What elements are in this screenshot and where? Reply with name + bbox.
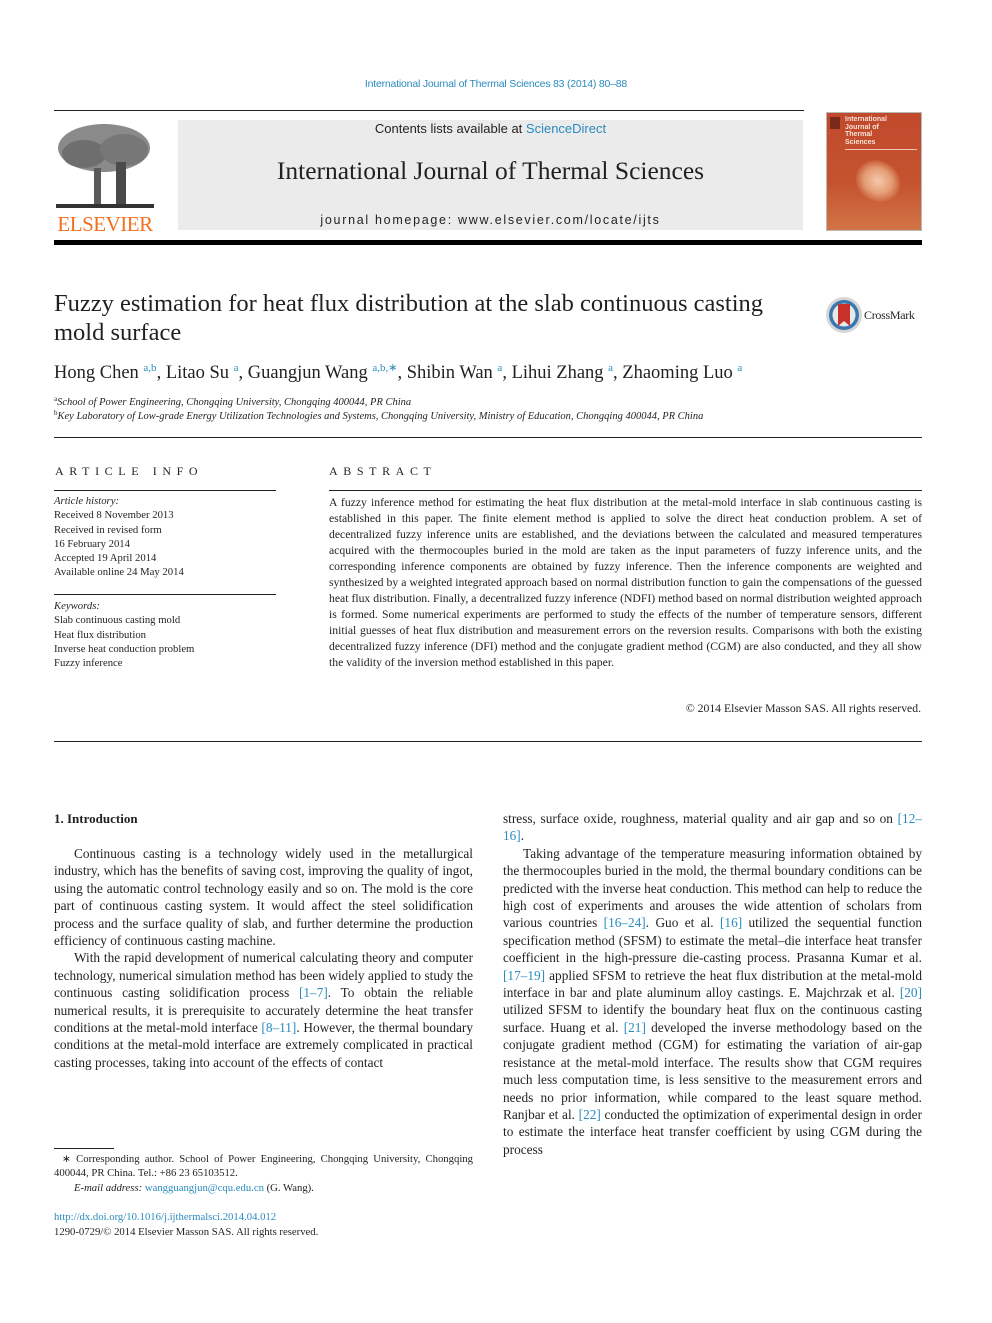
journal-cover-image[interactable]: International Journal of Thermal Sciences — [826, 112, 922, 231]
body-paragraph: With the rapid development of numerical … — [54, 949, 473, 1071]
abstract-copyright: © 2014 Elsevier Masson SAS. All rights r… — [685, 702, 921, 715]
journal-citation-link[interactable]: International Journal of Thermal Science… — [0, 78, 992, 90]
article-info-heading: ARTICLE INFO — [55, 464, 204, 478]
section-rule — [54, 437, 922, 438]
cover-publisher-icon — [830, 117, 840, 129]
keywords-label: Keywords: — [54, 600, 100, 612]
email-line: E-mail address: wangguangjun@cqu.edu.cn … — [54, 1181, 473, 1195]
abstract-rule — [329, 490, 922, 491]
affiliation-text: Key Laboratory of Low-grade Energy Utili… — [57, 411, 704, 422]
keyword-item: Heat flux distribution — [54, 628, 147, 641]
citation-link[interactable]: [8–11] — [261, 1020, 296, 1035]
keyword-item: Slab continuous casting mold — [54, 614, 181, 627]
author-separator: , — [397, 363, 407, 383]
author-separator: , — [613, 363, 623, 383]
affiliation-text: School of Power Engineering, Chongqing U… — [57, 397, 412, 408]
body-paragraph: Continuous casting is a technology widel… — [54, 845, 473, 949]
author-name[interactable]: Zhaoming Luo — [622, 363, 732, 383]
abstract-bottom-rule — [54, 741, 922, 742]
crossmark-label[interactable]: CrossMark — [864, 308, 915, 323]
keyword-item: Inverse heat conduction problem — [54, 642, 195, 655]
history-item: Received in revised form — [54, 523, 162, 536]
author-name[interactable]: Shibin Wan — [407, 363, 493, 383]
citation-link[interactable]: [20] — [900, 985, 922, 1000]
journal-name: International Journal of Thermal Science… — [276, 156, 705, 185]
citation-link[interactable]: [16–24] — [604, 915, 646, 930]
header-rule — [54, 110, 804, 111]
tree-trunk — [116, 162, 126, 206]
keywords: Keywords: Slab continuous casting mold H… — [54, 599, 194, 670]
author-name[interactable]: Hong Chen — [54, 363, 139, 383]
article-history: Article history: Received 8 November 201… — [54, 494, 184, 580]
author-affiliation-mark[interactable]: a,b,∗ — [372, 362, 397, 374]
body-text: stress, surface oxide, roughness, materi… — [503, 811, 898, 826]
citation-link[interactable]: [1–7] — [299, 985, 328, 1000]
cover-title: International Journal of Thermal Sciences — [845, 116, 888, 146]
doi-link[interactable]: http://dx.doi.org/10.1016/j.ijthermalsci… — [54, 1211, 276, 1223]
body-text: applied SFSM to retrieve the heat flux d… — [503, 967, 922, 1001]
history-item: Available online 24 May 2014 — [54, 566, 184, 579]
author-name[interactable]: Lihui Zhang — [512, 363, 604, 383]
body-paragraph: Taking advantage of the temperature meas… — [503, 845, 922, 1158]
article-title: Fuzzy estimation for heat flux distribut… — [54, 290, 764, 346]
email-label: E-mail address: — [74, 1181, 145, 1194]
history-label: Article history: — [54, 495, 120, 507]
history-item: Accepted 19 April 2014 — [54, 552, 157, 565]
cover-rule — [845, 149, 917, 150]
body-paragraph: stress, surface oxide, roughness, materi… — [503, 810, 922, 845]
author-separator: , — [502, 363, 512, 383]
contents-line: Contents lists available at ScienceDirec… — [178, 121, 803, 136]
cover-artwork — [848, 152, 908, 210]
author-name[interactable]: Guangjun Wang — [248, 363, 368, 383]
crossmark-icon[interactable] — [825, 296, 863, 334]
citation-link[interactable]: [17–19] — [503, 968, 545, 983]
author-separator: , — [156, 363, 166, 383]
body-text: . Guo et al. — [645, 915, 720, 931]
affiliation-b: bKey Laboratory of Low-grade Energy Util… — [54, 409, 703, 422]
abstract-heading: ABSTRACT — [329, 464, 437, 478]
corresponding-author-footnote: ∗ Corresponding author. School of Power … — [54, 1152, 473, 1195]
article-info-rule — [54, 490, 276, 491]
body-column-left: Continuous casting is a technology widel… — [54, 845, 473, 1071]
corresponding-author-text: ∗ Corresponding author. School of Power … — [54, 1153, 473, 1180]
affiliation-a: aSchool of Power Engineering, Chongqing … — [54, 395, 411, 408]
history-item: Received 8 November 2013 — [54, 509, 174, 522]
journal-homepage[interactable]: journal homepage: www.elsevier.com/locat… — [178, 213, 803, 227]
body-column-right: stress, surface oxide, roughness, materi… — [503, 810, 922, 1158]
header-thick-rule — [54, 240, 922, 245]
section-heading-introduction: 1. Introduction — [54, 811, 138, 826]
keyword-item: Fuzzy inference — [54, 657, 123, 670]
author-affiliation-mark[interactable]: a — [737, 362, 742, 374]
citation-link[interactable]: [22] — [579, 1107, 601, 1122]
elsevier-wordmark: ELSEVIER — [57, 212, 153, 236]
issn-copyright: 1290-0729/© 2014 Elsevier Masson SAS. Al… — [54, 1226, 319, 1238]
abstract-text: A fuzzy inference method for estimating … — [329, 496, 922, 669]
author-list: Hong Chen a,b, Litao Su a, Guangjun Wang… — [54, 361, 914, 384]
email-suffix: (G. Wang). — [263, 1181, 314, 1194]
email-link[interactable]: wangguangjun@cqu.edu.cn — [145, 1182, 264, 1194]
contents-prefix: Contents lists available at — [374, 121, 526, 136]
author-affiliation-mark[interactable]: a,b — [143, 362, 156, 374]
author-separator: , — [238, 363, 248, 383]
citation-link[interactable]: [21] — [624, 1020, 646, 1035]
body-text: . — [520, 828, 525, 844]
sciencedirect-link[interactable]: ScienceDirect — [526, 121, 606, 136]
history-item: 16 February 2014 — [54, 537, 130, 550]
author-name[interactable]: Litao Su — [166, 363, 229, 383]
footnote-rule — [54, 1148, 114, 1149]
body-text: Continuous casting is a technology widel… — [54, 846, 473, 949]
keywords-rule — [54, 594, 276, 595]
citation-link[interactable]: [16] — [720, 915, 742, 930]
